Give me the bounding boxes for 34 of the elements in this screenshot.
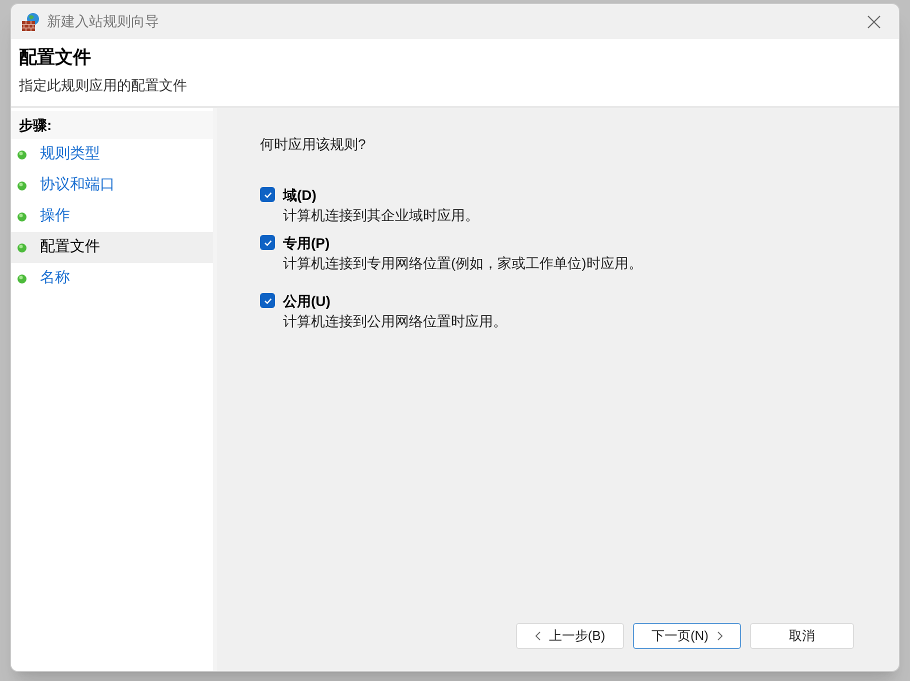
chevron-left-icon xyxy=(534,631,541,641)
option-description: 计算机连接到公用网络位置时应用。 xyxy=(283,312,507,331)
page-title: 配置文件 xyxy=(19,46,91,69)
check-icon xyxy=(262,190,272,200)
chevron-right-icon xyxy=(716,631,723,641)
firewall-globe-icon xyxy=(21,12,41,32)
back-button[interactable]: 上一步(B) xyxy=(516,623,624,649)
option-label: 公用(U) xyxy=(283,292,330,311)
checkbox[interactable] xyxy=(260,293,275,308)
steps-heading: 步骤: xyxy=(19,116,52,134)
next-button[interactable]: 下一页(N) xyxy=(633,623,741,649)
checkbox[interactable] xyxy=(260,187,275,202)
option-description: 计算机连接到专用网络位置(例如，家或工作单位)时应用。 xyxy=(283,254,642,273)
step-item[interactable]: 操作 xyxy=(11,201,213,232)
page-subtitle: 指定此规则应用的配置文件 xyxy=(19,76,187,95)
check-icon xyxy=(262,238,272,248)
step-item[interactable]: 配置文件 xyxy=(11,232,213,263)
option-label: 域(D) xyxy=(283,186,316,205)
check-icon xyxy=(262,296,272,306)
status-dot-icon xyxy=(17,212,27,222)
window-title: 新建入站规则向导 xyxy=(47,12,159,31)
status-dot-icon xyxy=(17,180,27,190)
close-icon xyxy=(867,14,881,28)
status-dot-icon xyxy=(17,242,27,252)
cancel-button[interactable]: 取消 xyxy=(750,623,854,649)
step-item[interactable]: 规则类型 xyxy=(11,139,213,170)
question-text: 何时应用该规则? xyxy=(260,135,367,154)
status-dot-icon xyxy=(17,274,27,284)
checkbox[interactable] xyxy=(260,235,275,250)
option-description: 计算机连接到其企业域时应用。 xyxy=(283,206,479,225)
step-item[interactable]: 名称 xyxy=(11,263,213,294)
option-label: 专用(P) xyxy=(283,234,330,253)
step-item[interactable]: 协议和端口 xyxy=(11,170,213,201)
status-dot-icon xyxy=(17,150,27,160)
